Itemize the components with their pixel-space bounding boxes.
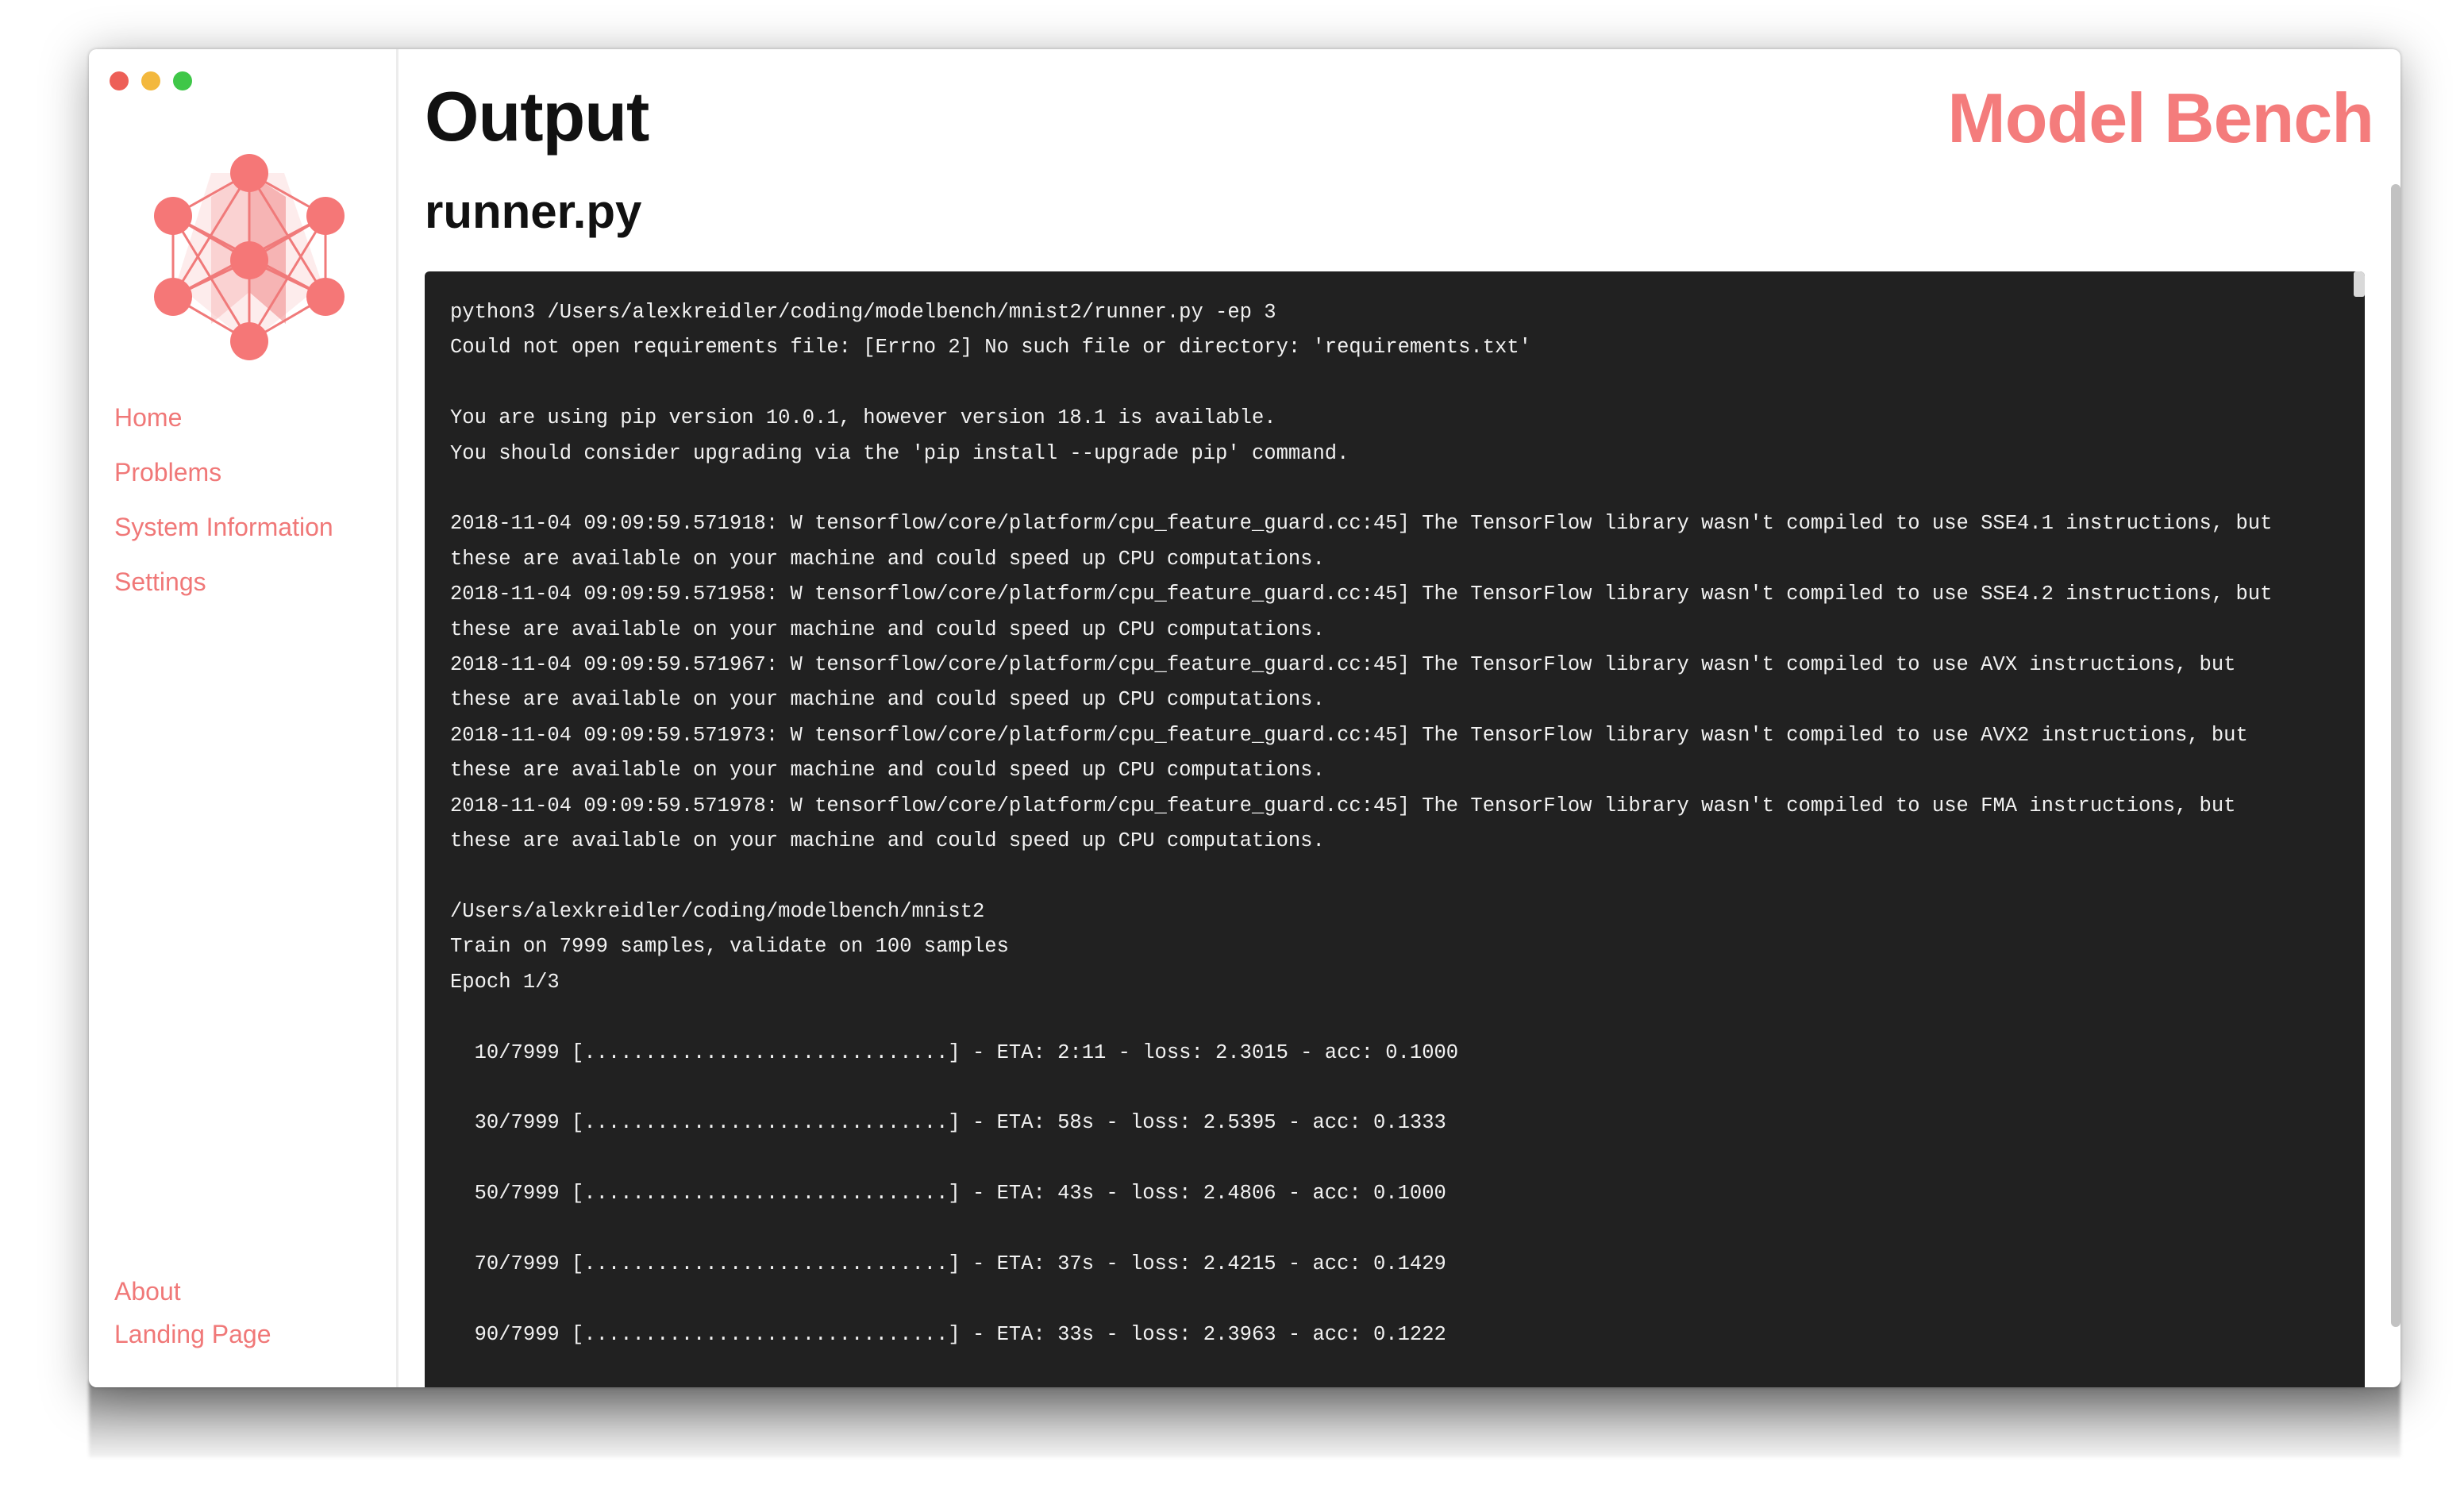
terminal-line: You should consider upgrading via the 'p… — [450, 441, 1349, 465]
terminal-lines: python3 /Users/alexkreidler/coding/model… — [450, 295, 2333, 1352]
terminal-line: 2018-11-04 09:09:59.571978: W tensorflow… — [450, 794, 2236, 817]
app-brand: Model Bench — [1947, 79, 2374, 157]
terminal-line: 2018-11-04 09:09:59.571958: W tensorflow… — [450, 583, 2273, 606]
terminal-line: python3 /Users/alexkreidler/coding/model… — [450, 301, 1276, 324]
terminal-line: 2018-11-04 09:09:59.571918: W tensorflow… — [450, 512, 2273, 536]
maximize-window-button[interactable] — [173, 71, 192, 90]
terminal-line: /Users/alexkreidler/coding/modelbench/mn… — [450, 899, 985, 923]
terminal-line: Train on 7999 samples, validate on 100 s… — [450, 935, 1009, 959]
main-content: Output Model Bench runner.py python3 /Us… — [401, 49, 2400, 1387]
close-window-button[interactable] — [110, 71, 129, 90]
page-title: Output — [425, 77, 649, 156]
sidebar-bottom-nav: About Landing Page — [114, 1270, 271, 1356]
terminal-line: 70/7999 [..............................]… — [450, 1252, 1446, 1275]
sidebar: Home Problems System Information Setting… — [89, 49, 398, 1387]
terminal-line: these are available on your machine and … — [450, 688, 1325, 712]
terminal-line: Could not open requirements file: [Errno… — [450, 336, 1531, 360]
terminal-line: 2018-11-04 09:09:59.571967: W tensorflow… — [450, 653, 2236, 677]
terminal-line: 10/7999 [..............................]… — [450, 1040, 1459, 1064]
window-shadow — [89, 1381, 2400, 1457]
neural-network-icon — [154, 154, 345, 360]
sidebar-item-settings[interactable]: Settings — [114, 555, 333, 610]
terminal-output[interactable]: python3 /Users/alexkreidler/coding/model… — [425, 271, 2365, 1387]
terminal-line: 50/7999 [..............................]… — [450, 1182, 1446, 1206]
sidebar-nav: Home Problems System Information Setting… — [114, 390, 333, 610]
app-window: Home Problems System Information Setting… — [89, 49, 2400, 1387]
sidebar-item-landing-page[interactable]: Landing Page — [114, 1313, 271, 1356]
minimize-window-button[interactable] — [141, 71, 160, 90]
terminal-line: 2018-11-04 09:09:59.571973: W tensorflow… — [450, 723, 2248, 747]
terminal-line: these are available on your machine and … — [450, 829, 1325, 853]
terminal-line: these are available on your machine and … — [450, 547, 1325, 571]
terminal-scrollbar[interactable] — [2354, 271, 2365, 297]
sidebar-item-about[interactable]: About — [114, 1270, 271, 1313]
terminal-line: Epoch 1/3 — [450, 970, 560, 994]
terminal-line: these are available on your machine and … — [450, 759, 1325, 783]
window-controls — [110, 71, 192, 90]
sidebar-item-problems[interactable]: Problems — [114, 445, 333, 500]
file-title: runner.py — [425, 185, 642, 238]
terminal-line: 30/7999 [..............................]… — [450, 1111, 1446, 1135]
terminal-line: You are using pip version 10.0.1, howeve… — [450, 406, 1276, 430]
terminal-line: 90/7999 [..............................]… — [450, 1322, 1446, 1346]
terminal-line: these are available on your machine and … — [450, 617, 1325, 641]
page-scrollbar[interactable] — [2391, 184, 2400, 1327]
sidebar-item-system-information[interactable]: System Information — [114, 500, 333, 555]
sidebar-item-home[interactable]: Home — [114, 390, 333, 445]
